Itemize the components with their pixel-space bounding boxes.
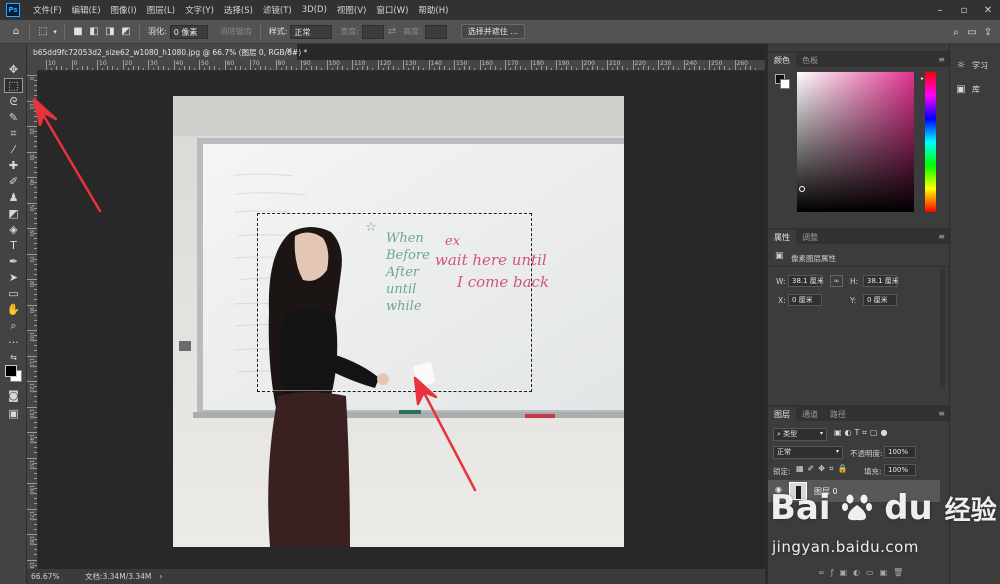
lightbulb-icon: ☼ [956, 59, 966, 71]
layer-filter-select[interactable]: ⌕ 类型 ▾ [773, 428, 827, 441]
opacity-field[interactable]: 100% [884, 446, 916, 458]
pixel-layer-icon: ▣ [775, 251, 784, 261]
share-icon[interactable]: ⇪ [980, 24, 996, 40]
hue-slider-handle-icon[interactable]: ▸ [921, 75, 924, 82]
layer-filter-icons[interactable]: ▣◐T⌗▢● [834, 428, 890, 438]
properties-subtitle: 像素图层属性 [791, 254, 836, 263]
panel-menu-icon[interactable]: ≡ [938, 232, 945, 241]
tab-adjustments[interactable]: 调整 [796, 230, 824, 244]
document-info[interactable]: 文档:3.34M/3.34M [85, 571, 151, 582]
height-label: H: [850, 277, 859, 286]
lock-label: 锁定: [773, 467, 791, 476]
learn-label: 学习 [972, 60, 988, 70]
search-icon[interactable]: ⌕ [948, 24, 964, 40]
status-expand-icon[interactable]: › [159, 572, 162, 581]
properties-panel-header: 属性 调整 ≡ [768, 228, 949, 244]
color-field[interactable] [797, 72, 914, 212]
library-icon: ▣ [956, 83, 966, 95]
library-panel-button[interactable]: ▣ 库 [954, 80, 998, 98]
tab-layers[interactable]: 图层 [768, 407, 796, 421]
arrow-to-marquee-tool [36, 104, 102, 213]
library-label: 库 [972, 84, 980, 94]
layer-name[interactable]: 图层 0 [814, 486, 838, 497]
close-icon[interactable]: ✕ [976, 0, 1000, 20]
color-picker-handle[interactable] [799, 186, 805, 192]
eye-icon[interactable]: ◉ [775, 485, 782, 494]
hue-slider[interactable] [925, 72, 936, 212]
collapsed-panels: ☼ 学习 ▣ 库 [949, 44, 1000, 584]
tab-color[interactable]: 颜色 [768, 53, 796, 67]
lock-icons[interactable]: ▦✐✥⌗🔒 [796, 464, 851, 474]
layers-footer-icons[interactable]: ∞ƒ▣◐▭▣🗑 [818, 568, 909, 577]
blend-mode-select[interactable]: 正常 ▾ [773, 446, 843, 459]
panels-dock: 颜色 色板 ≡ ▸ 属性 调整 ≡ ▣ 像素图层属性 W: 38.1 厘米 ∞ … [768, 44, 949, 584]
status-bar: 66.67% 文档:3.34M/3.34M › [27, 569, 765, 584]
search-icon: ⌕ [777, 430, 781, 438]
separator [768, 266, 949, 267]
panel-menu-icon[interactable]: ≡ [938, 55, 945, 64]
x-label: X: [778, 296, 786, 305]
fill-field[interactable]: 100% [884, 464, 916, 476]
link-dimensions-icon[interactable]: ∞ [830, 275, 843, 287]
tab-swatches[interactable]: 色板 [796, 53, 824, 67]
x-value-field[interactable]: 0 厘米 [788, 294, 822, 306]
width-label: W: [776, 277, 786, 286]
layer-row[interactable]: ◉ 图层 0 [768, 480, 940, 502]
layers-panel-header: 图层 通道 路径 ≡ [768, 405, 949, 421]
arrow-to-selection [418, 383, 477, 492]
tab-channels[interactable]: 通道 [796, 407, 824, 421]
blend-mode-value: 正常 [777, 448, 791, 456]
layer-thumbnail-figure [796, 486, 801, 499]
annotation-overlay [32, 97, 477, 492]
width-value-field[interactable]: 38.1 厘米 [788, 275, 824, 287]
y-value-field[interactable]: 0 厘米 [863, 294, 897, 306]
minimize-icon[interactable]: – [928, 0, 952, 20]
zoom-level[interactable]: 66.67% [31, 572, 81, 581]
properties-scrollbar[interactable] [940, 268, 945, 388]
fill-label: 填充: [864, 467, 882, 476]
height-value-field[interactable]: 38.1 厘米 [863, 275, 899, 287]
y-label: Y: [850, 296, 857, 305]
layer-filter-value: 类型 [783, 430, 798, 438]
learn-panel-button[interactable]: ☼ 学习 [954, 56, 998, 74]
panel-menu-icon[interactable]: ≡ [938, 409, 945, 418]
opacity-label: 不透明度: [850, 449, 883, 458]
tab-paths[interactable]: 路径 [824, 407, 852, 421]
background-swatch[interactable] [780, 79, 790, 89]
workspace-icon[interactable]: ▭ [964, 24, 980, 40]
chevron-down-icon: ▾ [819, 430, 823, 437]
maximize-icon[interactable]: ▫ [952, 0, 976, 20]
tab-properties[interactable]: 属性 [768, 230, 796, 244]
color-panel-header: 颜色 色板 ≡ [768, 51, 949, 67]
chevron-down-icon: ▾ [835, 448, 839, 455]
layer-thumbnail [789, 482, 807, 500]
